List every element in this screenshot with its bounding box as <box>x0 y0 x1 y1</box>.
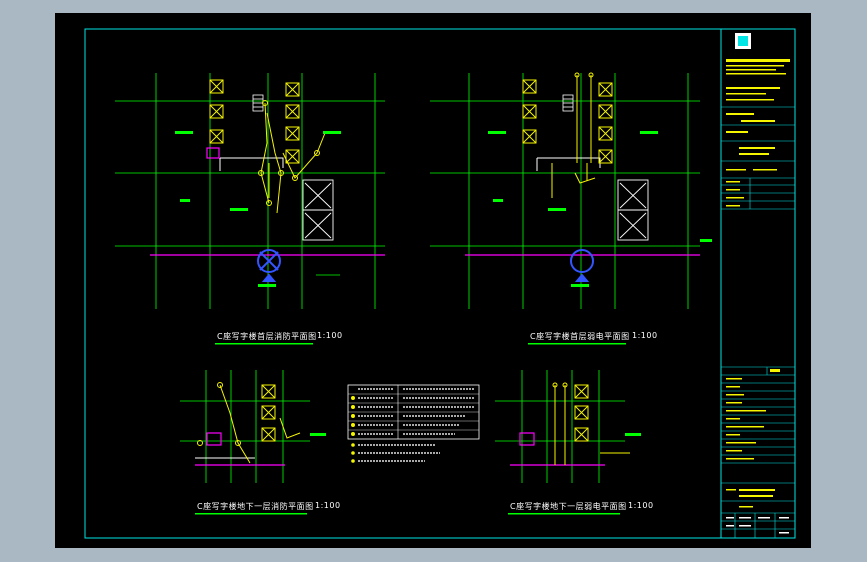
drawing-scale-top-left: 1:100 <box>317 331 343 340</box>
drawing-sheet: C座写字楼首层消防平面图 1:100 C座写字楼首层弱电平面图 1:100 C座… <box>55 13 811 548</box>
drawing-title-basement-fire: C座写字楼地下一层消防平面图 <box>197 502 314 511</box>
drawing-scale-bottom-left: 1:100 <box>315 501 341 510</box>
drawing-title-basement-weak-current: C座写字楼地下一层弱电平面图 <box>510 502 627 511</box>
drawing-title-first-floor-weak-current: C座写字楼首层弱电平面图 <box>530 332 630 341</box>
cad-drawing <box>55 13 811 548</box>
drawing-scale-bottom-right: 1:100 <box>628 501 654 510</box>
drawing-title-first-floor-fire: C座写字楼首层消防平面图 <box>217 332 317 341</box>
sheet-background <box>55 13 811 548</box>
drawing-scale-top-right: 1:100 <box>632 331 658 340</box>
